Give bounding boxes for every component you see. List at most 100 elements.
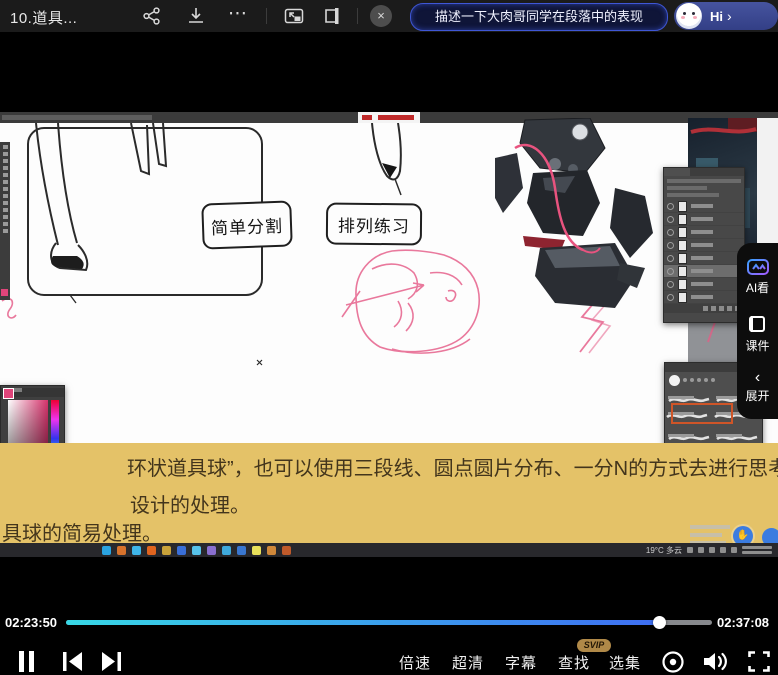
layer-row[interactable] (664, 200, 744, 213)
taskbar-app-icon[interactable] (207, 546, 216, 555)
layer-visibility-icon[interactable] (667, 203, 674, 210)
weather-widget[interactable]: 19°C 多云 (646, 545, 682, 556)
layers-filter-bar[interactable] (667, 179, 741, 183)
tool-icon[interactable] (3, 222, 8, 226)
taskbar-app-icon[interactable] (147, 546, 156, 555)
previous-episode-button[interactable] (63, 652, 83, 671)
layer-visibility-icon[interactable] (667, 268, 674, 275)
taskbar-icons (102, 546, 291, 555)
canvas-label-1: 简单分割 (201, 200, 293, 249)
tool-icon[interactable] (3, 166, 8, 170)
taskbar-app-icon[interactable] (237, 546, 246, 555)
subtitle-button[interactable]: 字幕 (505, 652, 537, 673)
download-icon[interactable] (186, 6, 206, 26)
layer-visibility-icon[interactable] (667, 294, 674, 301)
layers-panel-tab[interactable] (664, 168, 744, 176)
progress-bar[interactable] (66, 620, 712, 625)
taskbar-clock (742, 546, 772, 554)
find-button[interactable]: 查找 (558, 652, 590, 673)
ai-search-pill[interactable]: 描述一下大肉哥同学在段落中的表现 (410, 3, 668, 31)
tool-icon[interactable] (3, 152, 8, 156)
layer-visibility-icon[interactable] (667, 216, 674, 223)
tool-icon[interactable] (3, 201, 8, 205)
fullscreen-icon[interactable] (748, 651, 770, 672)
taskbar-app-icon[interactable] (222, 546, 231, 555)
expand-label: 展开 (745, 387, 769, 404)
taskbar-app-icon[interactable] (252, 546, 261, 555)
taskbar-app-icon[interactable] (162, 546, 171, 555)
progress-handle[interactable] (653, 616, 666, 629)
layer-row[interactable] (664, 291, 744, 304)
layer-row[interactable] (664, 226, 744, 239)
tool-icon[interactable] (3, 208, 8, 212)
taskbar-app-icon[interactable] (177, 546, 186, 555)
tool-icon[interactable] (3, 187, 8, 191)
pause-button[interactable] (18, 651, 36, 672)
layer-thumbnail (678, 227, 687, 238)
banner-line-3: 具球的简易处理。 (2, 517, 162, 546)
courseware-label: 课件 (745, 337, 769, 354)
ai-watch-label: AI看 (746, 279, 769, 296)
assistant-avatar (676, 3, 702, 29)
tool-icon[interactable] (3, 215, 8, 219)
expand-button[interactable]: ‹ 展开 (745, 372, 769, 404)
assistant-pill[interactable]: Hi › (674, 2, 778, 30)
tool-icon[interactable] (3, 173, 8, 177)
tool-icon[interactable] (3, 145, 8, 149)
tool-icon[interactable] (3, 159, 8, 163)
layer-row[interactable] (664, 278, 744, 291)
document-tab-text (2, 115, 152, 120)
layer-row[interactable] (664, 252, 744, 265)
system-tray[interactable]: 19°C 多云 (646, 545, 772, 556)
volume-icon[interactable] (702, 649, 729, 674)
topbar-divider (266, 8, 267, 24)
foreground-color-swatch (1, 289, 8, 296)
layer-visibility-icon[interactable] (667, 255, 674, 262)
taskbar-app-icon[interactable] (102, 546, 111, 555)
duration-time: 02:37:08 (717, 615, 769, 630)
layer-thumbnail (678, 266, 687, 277)
layer-thumbnail (678, 201, 687, 212)
episodes-button[interactable]: 选集 (609, 652, 641, 673)
red-label-box (358, 112, 420, 123)
ai-watch-button[interactable]: AI看 (746, 258, 769, 296)
layer-visibility-icon[interactable] (667, 281, 674, 288)
layers-blend-bar[interactable] (667, 186, 707, 190)
layer-thumbnail (678, 279, 687, 290)
chevron-right-icon: › (727, 8, 732, 24)
taskbar-app-icon[interactable] (117, 546, 126, 555)
taskbar-app-icon[interactable] (282, 546, 291, 555)
more-icon[interactable]: ⋯ (228, 5, 248, 25)
layer-name-bar (691, 256, 713, 260)
layer-visibility-icon[interactable] (667, 229, 674, 236)
tool-icon[interactable] (3, 229, 8, 233)
dock-window-icon[interactable] (322, 6, 342, 26)
taskbar-app-icon[interactable] (192, 546, 201, 555)
courseware-button[interactable]: 课件 (745, 314, 769, 354)
side-panel: AI看 课件 ‹ 展开 (737, 243, 778, 419)
layer-row[interactable] (664, 239, 744, 252)
picture-in-picture-icon[interactable] (284, 6, 304, 26)
classroom-mini-panel (690, 521, 734, 545)
layers-panel-footer[interactable] (664, 304, 744, 313)
quality-button[interactable]: 超清 (452, 652, 484, 673)
top-bar: 10.道具... ⋯ × 描述一下大肉哥同学在段落中的表现 Hi › (0, 0, 778, 32)
record-icon[interactable] (661, 650, 685, 674)
layer-name-bar (691, 295, 713, 299)
layer-name-bar (691, 269, 713, 273)
share-icon[interactable] (142, 6, 162, 26)
taskbar-app-icon[interactable] (267, 546, 276, 555)
layer-visibility-icon[interactable] (667, 242, 674, 249)
progress-filled (66, 620, 660, 625)
banner-line-2: 设计的处理。 (130, 489, 250, 518)
close-icon[interactable]: × (370, 5, 392, 27)
speed-button[interactable]: 倍速 (399, 652, 431, 673)
layer-row[interactable] (664, 265, 744, 278)
taskbar-app-icon[interactable] (132, 546, 141, 555)
tool-icon[interactable] (3, 194, 8, 198)
layers-panel (663, 167, 745, 323)
layer-row[interactable] (664, 213, 744, 226)
brush-selection-box (671, 403, 733, 424)
next-episode-button[interactable] (101, 652, 121, 671)
tool-icon[interactable] (3, 180, 8, 184)
